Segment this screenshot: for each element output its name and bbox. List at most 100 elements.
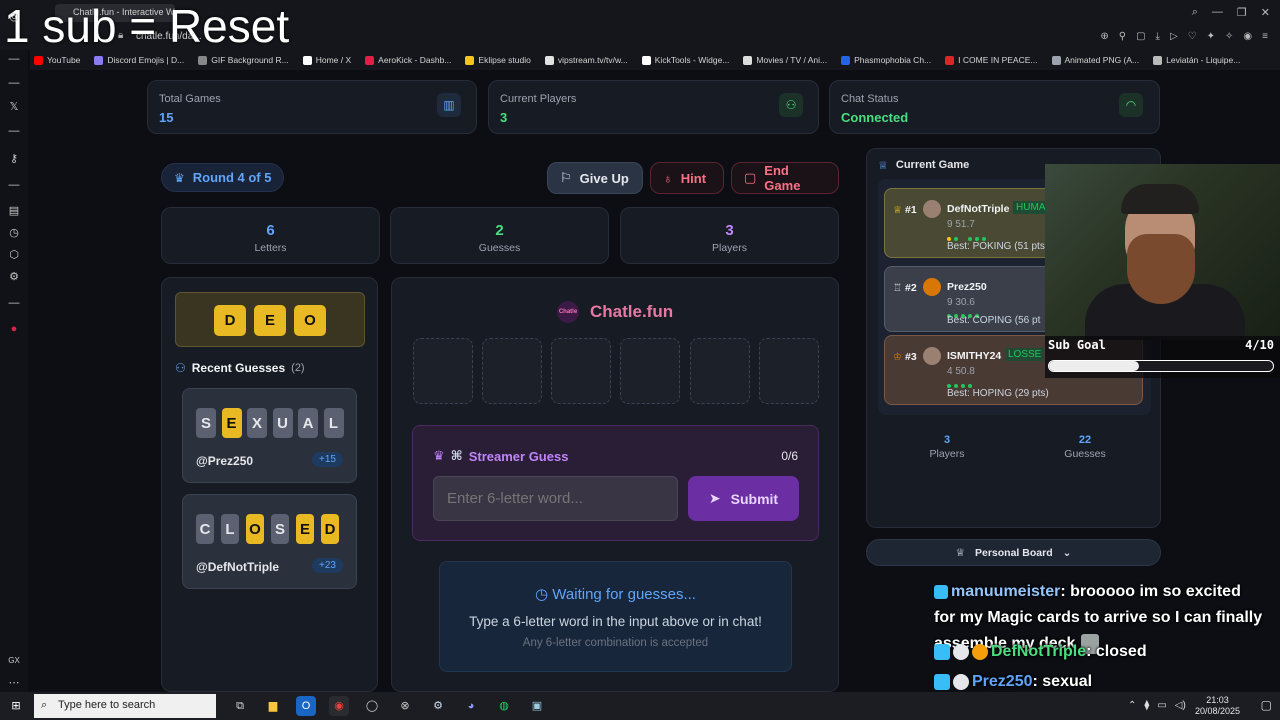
task-view-icon[interactable]: ⧉ — [230, 696, 250, 716]
file-explorer-icon[interactable]: ▆ — [263, 696, 283, 716]
sidebar-line-icon: — — [8, 125, 20, 137]
submit-button[interactable]: ➤ Submit — [688, 476, 799, 521]
microphone-icon[interactable]: ⧫ — [1144, 700, 1149, 711]
volume-icon[interactable]: ◁) — [1175, 700, 1186, 711]
taskbar-search[interactable]: ⌕ Type here to search — [34, 694, 216, 718]
minimize-icon[interactable]: — — [1212, 6, 1223, 19]
stat-value: 15 — [159, 110, 174, 125]
word-input[interactable] — [433, 476, 678, 521]
medal-icon: ♖ — [893, 283, 902, 294]
clock-icon[interactable]: ◷ — [7, 226, 21, 240]
personal-board-toggle[interactable]: ♕ Personal Board ⌄ — [866, 539, 1161, 566]
known-letters: DEO — [214, 305, 326, 336]
chat-overlay: manuumeister: brooooo im so excited for m… — [934, 583, 1280, 692]
bookmark[interactable]: AeroKick - Dashb... — [365, 55, 451, 65]
pin-icon[interactable]: ⚲ — [1119, 31, 1126, 42]
discord-icon[interactable]: ◕ — [461, 696, 481, 716]
opera-icon[interactable]: ◯ — [362, 696, 382, 716]
bookmark[interactable]: Home / X — [302, 55, 351, 65]
search-icon[interactable]: ⌕ — [1192, 6, 1198, 19]
bookmark[interactable]: KickTools - Widge... — [641, 55, 730, 65]
chevron-up-icon[interactable]: ⌃ — [1128, 700, 1136, 711]
chat-text: for my Magic cards to arrive so I can fi… — [934, 609, 1263, 626]
counter-value: 6 — [266, 222, 275, 239]
hint-button[interactable]: ♁ Hint — [650, 162, 724, 194]
gamepad-icon: ⌘ — [450, 448, 463, 463]
profile-icon[interactable]: ◉ — [1243, 31, 1252, 42]
gx-sidebar: ◎ — — 𝕏 — ⚷ — ▤ ◷ ⬡ ⚙ — ● GX ⋯ — [0, 11, 28, 692]
network-icon[interactable]: ▭ — [1157, 700, 1166, 711]
app-icon[interactable]: ▣ — [527, 696, 547, 716]
x-icon[interactable]: 𝕏 — [7, 100, 21, 114]
player-stats: 9 30.6 — [947, 297, 975, 308]
bookmark[interactable]: YouTube — [34, 55, 80, 65]
stat-label: Current Players — [500, 93, 577, 105]
bookmark[interactable]: Leviatán - Liquipe... — [1153, 55, 1240, 65]
recent-guesses-count: (2) — [291, 362, 305, 374]
bookmark[interactable]: Movies / TV / Ani... — [743, 55, 827, 65]
lightbulb-icon: ♁ — [663, 170, 673, 186]
guess-card: S E X U A L @Prez250 +15 — [182, 388, 357, 483]
chat-message: Prez250: sexual — [934, 669, 1092, 692]
zoom-icon[interactable]: ⊕ — [1100, 31, 1108, 42]
bookmark-icon — [34, 55, 43, 65]
counter-guesses: 2 Guesses — [390, 207, 609, 264]
player-stats: 9 51.7 — [947, 219, 975, 230]
bookmark[interactable]: Eklipse studio — [465, 55, 531, 65]
extension-icon[interactable]: ✦ — [1207, 31, 1215, 42]
book-icon[interactable]: ▤ — [7, 204, 21, 218]
letter-slot — [759, 338, 819, 404]
guess-points-badge: +23 — [312, 558, 343, 573]
summary-players: 3 Players — [912, 434, 982, 460]
bookmark[interactable]: Phasmophobia Ch... — [841, 55, 931, 65]
more-icon[interactable]: ⋯ — [7, 676, 21, 690]
bookmark[interactable]: GIF Background R... — [198, 55, 289, 65]
outlook-icon[interactable]: O — [296, 696, 316, 716]
sub-goal-progress-fill — [1049, 361, 1139, 371]
bookmark-icon — [1051, 55, 1061, 65]
flag-icon: ⚐ — [560, 170, 572, 185]
notification-icon[interactable]: ▢ — [1261, 698, 1272, 712]
gx-logo-icon[interactable]: ◎ — [7, 10, 21, 24]
end-game-button[interactable]: ▢ End Game — [731, 162, 839, 194]
key-icon[interactable]: ⚷ — [7, 152, 21, 166]
puzzle-icon[interactable]: ✧ — [1225, 31, 1233, 42]
play-icon[interactable]: ▷ — [1170, 31, 1178, 42]
guess-letters: SEXUAL — [196, 408, 349, 438]
counter-value: 2 — [495, 222, 504, 239]
bookmark[interactable]: vipstream.tv/tv/w... — [544, 55, 628, 65]
bookmark[interactable]: Animated PNG (A... — [1051, 55, 1139, 65]
cube-icon[interactable]: ⬡ — [7, 248, 21, 262]
windows-start-icon[interactable]: ⊞ — [6, 696, 26, 716]
give-up-button[interactable]: ⚐ Give Up — [547, 162, 643, 194]
screenshot-icon[interactable]: ▢ — [1136, 31, 1145, 42]
guess-points-badge: +15 — [312, 452, 343, 467]
taskbar-clock[interactable]: 21:03 20/08/2025 — [1195, 695, 1240, 717]
heart-icon[interactable]: ♡ — [1188, 31, 1197, 42]
trophy-icon: ♕ — [878, 160, 888, 172]
spotify-icon[interactable]: ◍ — [494, 696, 514, 716]
record-icon[interactable]: ● — [7, 322, 21, 336]
bookmark-label: KickTools - Widge... — [654, 55, 730, 65]
game-board-panel: Chatle Chatle.fun ♛ ⌘ Streamer Guess 0/6… — [391, 277, 839, 692]
bookmark[interactable]: I COME IN PEACE... — [945, 55, 1038, 65]
xbox-icon[interactable]: ⊗ — [395, 696, 415, 716]
menu-icon[interactable]: ≡ — [1262, 31, 1268, 42]
extension-toolbar: ⊕ ⚲ ▢ ⤓ ▷ ♡ ✦ ✧ ◉ ≡ — [1100, 31, 1268, 42]
bookmark[interactable]: Discord Emojis | D... — [94, 55, 184, 65]
download-icon[interactable]: ⤓ — [1156, 31, 1160, 42]
settings-icon[interactable]: ⚙ — [7, 270, 21, 284]
system-tray: ⌃ ⧫ ▭ ◁) — [1128, 700, 1186, 711]
chrome-icon[interactable]: ◉ — [329, 696, 349, 716]
bookmark-label: Phasmophobia Ch... — [854, 55, 932, 65]
stat-card-chat-status: Chat Status Connected ◠ — [829, 80, 1160, 134]
letter-tile: D — [321, 514, 339, 544]
crown-icon: ♛ — [174, 170, 185, 185]
player-name: ISMITHY24 — [947, 350, 1002, 362]
steam-icon[interactable]: ⚙ — [428, 696, 448, 716]
player-rank: #1 — [905, 204, 917, 216]
restore-icon[interactable]: ❐ — [1237, 6, 1247, 19]
summary-label: Guesses — [1064, 448, 1106, 460]
close-icon[interactable]: ✕ — [1261, 6, 1270, 19]
bookmark-icon — [302, 55, 312, 65]
